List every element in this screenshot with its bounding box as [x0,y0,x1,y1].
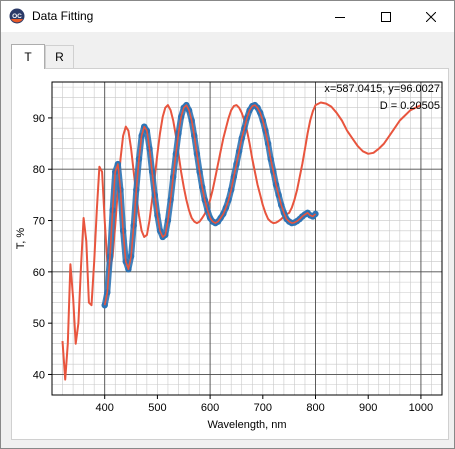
y-tick-label: 90 [33,113,45,125]
y-tick-label: 80 [33,164,45,176]
close-icon [426,11,436,22]
y-tick-label: 50 [33,318,45,330]
app-logo-icon: OC [9,8,25,24]
tab-t[interactable]: T [11,44,45,69]
svg-text:OC: OC [12,13,22,20]
maximize-button[interactable] [363,1,409,32]
window-title: Data Fitting [32,9,94,23]
y-tick-label: 40 [33,369,45,381]
x-tick-label: 700 [254,402,272,414]
cursor-coordinates-readout: x=587.0415, y=96.0027 [324,83,440,95]
fitting-chart[interactable]: 400 500 600 700 800 900 1000 40 50 60 70 80 90 Wavel… [12,69,448,439]
tab-r-label: R [55,50,64,64]
y-axis-label: T, % [15,228,27,250]
data-fitting-window: OC Data Fitting T R 400 500 600 700 800 900 10… [0,0,455,449]
minimize-button[interactable] [317,1,363,32]
x-tick-label: 800 [306,402,324,414]
tab-r[interactable]: R [45,45,74,68]
tab-t-label: T [24,50,32,64]
minimize-icon [335,16,345,18]
x-tick-label: 900 [359,402,377,414]
maximize-icon [381,11,391,22]
x-tick-label: 1000 [409,402,433,414]
d-value-readout: D = 0.20505 [380,100,440,112]
axis-ticks: 400 500 600 700 800 900 1000 40 50 60 70 80 90 [33,113,433,414]
x-tick-label: 600 [201,402,219,414]
x-axis-label: Wavelength, nm [207,419,286,431]
close-button[interactable] [408,1,454,32]
title-bar[interactable]: OC Data Fitting [1,1,454,32]
y-tick-label: 70 [33,216,45,228]
tab-panel: 400 500 600 700 800 900 1000 40 50 60 70 80 90 Wavel… [11,68,449,440]
x-tick-label: 500 [148,402,166,414]
y-tick-label: 60 [33,267,45,279]
x-tick-label: 400 [96,402,114,414]
